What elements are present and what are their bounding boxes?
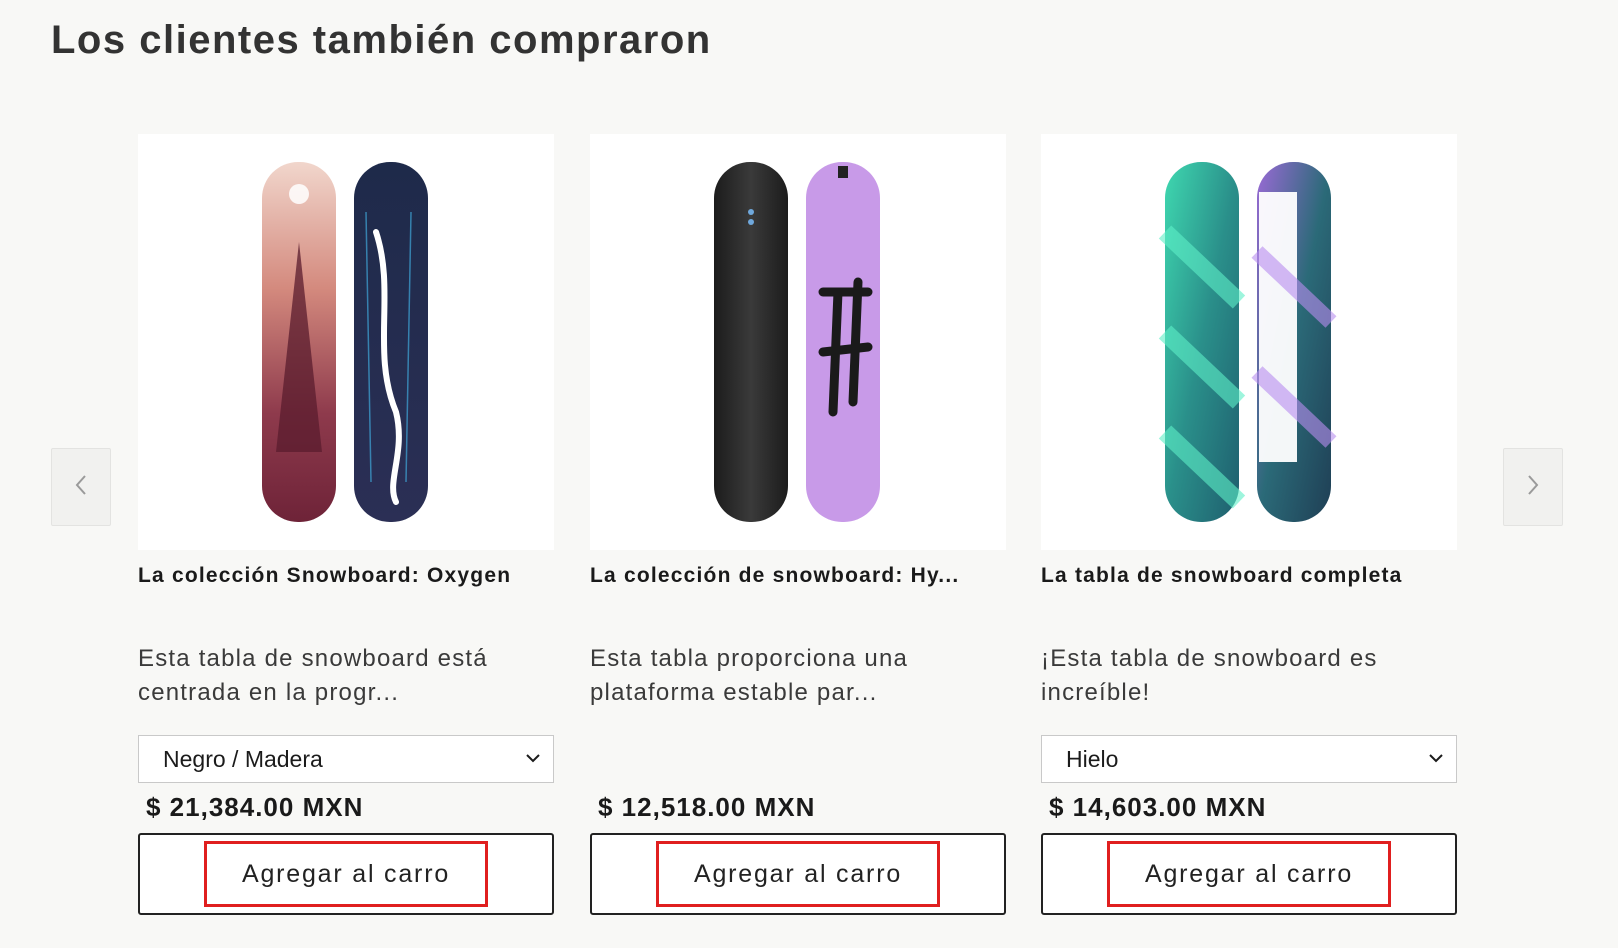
product-description: Esta tabla de snowboard está centrada en… bbox=[138, 645, 488, 706]
highlight-box: Agregar al carro bbox=[1107, 841, 1391, 907]
chevron-left-icon bbox=[74, 473, 88, 502]
variant-select[interactable]: Negro / Madera bbox=[138, 735, 554, 783]
product-title[interactable]: La colección de snowboard: Hy... bbox=[590, 564, 1006, 588]
product-description: Esta tabla proporciona una plataforma es… bbox=[590, 645, 909, 706]
highlight-box: Agregar al carro bbox=[204, 841, 488, 907]
product-price: $ 21,384.00 MXN bbox=[146, 792, 364, 822]
add-to-cart-label: Agregar al carro bbox=[1144, 859, 1354, 888]
chevron-down-icon bbox=[525, 750, 541, 768]
snowboard-oxygen-image bbox=[262, 162, 428, 522]
variant-select[interactable]: Hielo bbox=[1041, 735, 1457, 783]
carousel-next-button[interactable] bbox=[1503, 448, 1563, 526]
add-to-cart-button[interactable]: Agregar al carro bbox=[590, 833, 1006, 915]
add-to-cart-button[interactable]: Agregar al carro bbox=[1041, 833, 1457, 915]
product-title[interactable]: La colección Snowboard: Oxygen bbox=[138, 564, 554, 588]
add-to-cart-label: Agregar al carro bbox=[693, 859, 903, 888]
product-price: $ 14,603.00 MXN bbox=[1049, 792, 1267, 822]
add-to-cart-button[interactable]: Agregar al carro bbox=[138, 833, 554, 915]
snowboard-complete-image bbox=[1158, 162, 1337, 522]
carousel-prev-button[interactable] bbox=[51, 448, 111, 526]
chevron-right-icon bbox=[1526, 473, 1540, 502]
variant-select-value: Negro / Madera bbox=[163, 745, 323, 772]
product-description: ¡Esta tabla de snowboard es increíble! bbox=[1041, 645, 1378, 706]
product-title[interactable]: La tabla de snowboard completa bbox=[1041, 564, 1457, 588]
add-to-cart-label: Agregar al carro bbox=[241, 859, 451, 888]
section-title: Los clientes también compraron bbox=[51, 18, 712, 62]
chevron-down-icon bbox=[1428, 750, 1444, 768]
product-card: La tabla de snowboard completa ¡Esta tab… bbox=[1041, 134, 1457, 915]
product-image-oxygen[interactable] bbox=[138, 134, 554, 550]
highlight-box: Agregar al carro bbox=[656, 841, 940, 907]
product-card: La colección de snowboard: Hy... Esta ta… bbox=[590, 134, 1006, 915]
product-price: $ 12,518.00 MXN bbox=[598, 792, 816, 822]
product-image-complete[interactable] bbox=[1041, 134, 1457, 550]
variant-select-value: Hielo bbox=[1066, 745, 1119, 772]
snowboard-hydrogen-image bbox=[714, 162, 880, 522]
product-image-hydrogen[interactable] bbox=[590, 134, 1006, 550]
product-card: La colección Snowboard: Oxygen Esta tabl… bbox=[138, 134, 554, 915]
